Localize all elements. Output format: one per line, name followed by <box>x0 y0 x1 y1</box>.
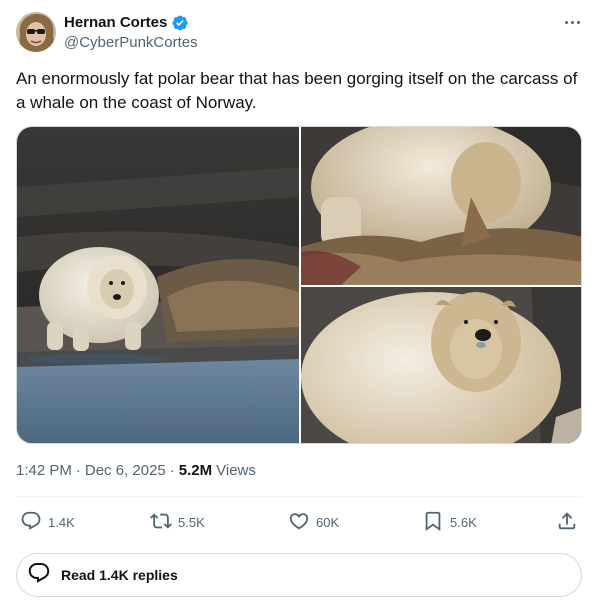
read-replies-label: Read 1.4K replies <box>61 567 178 583</box>
author-name-row: Hernan Cortes <box>64 13 189 33</box>
meta-separator-2: · <box>169 462 175 479</box>
bookmark-icon <box>422 510 444 535</box>
views-label: Views <box>216 462 256 479</box>
reply-button[interactable]: 1.4K <box>20 508 75 536</box>
like-count: 60K <box>316 514 340 530</box>
author-handle[interactable]: @CyberPunkCortes <box>64 33 198 53</box>
share-button[interactable] <box>556 508 578 536</box>
verified-badge-icon[interactable] <box>171 14 189 32</box>
photo-3[interactable] <box>301 287 581 443</box>
tweet-text: An enormously fat polar bear that has be… <box>16 69 578 112</box>
tweet: Hernan Cortes @CyberPunkCortes An enormo… <box>0 0 598 607</box>
read-replies-button[interactable]: Read 1.4K replies <box>16 553 582 597</box>
speech-bubble-icon <box>27 561 51 590</box>
author-display-name[interactable]: Hernan Cortes <box>64 13 167 33</box>
like-button[interactable]: 60K <box>288 508 339 536</box>
bookmark-button[interactable]: 5.6K <box>422 508 477 536</box>
action-bar: 1.4K 5.5K 60K 5.6K <box>16 508 582 536</box>
avatar-image <box>16 12 56 52</box>
photo-2[interactable] <box>301 127 581 285</box>
bookmark-count: 5.6K <box>450 514 477 530</box>
photo-1[interactable] <box>17 127 299 443</box>
tweet-meta: 1:42 PM · Dec 6, 2025 · 5.2M Views <box>16 461 256 481</box>
heart-icon <box>288 510 310 535</box>
repost-icon <box>150 510 172 535</box>
reply-count: 1.4K <box>48 514 75 530</box>
meta-separator: · <box>75 462 81 479</box>
repost-button[interactable]: 5.5K <box>150 508 205 536</box>
tweet-time[interactable]: 1:42 PM <box>16 461 72 481</box>
avatar[interactable] <box>16 12 56 52</box>
views-count: 5.2M <box>178 462 213 479</box>
more-options-icon[interactable] <box>558 10 586 34</box>
repost-count: 5.5K <box>178 514 205 530</box>
tweet-date[interactable]: Dec 6, 2025 <box>85 461 166 481</box>
reply-icon <box>20 510 42 535</box>
divider-top <box>16 496 582 497</box>
media-grid <box>16 126 582 444</box>
share-icon <box>556 510 578 535</box>
